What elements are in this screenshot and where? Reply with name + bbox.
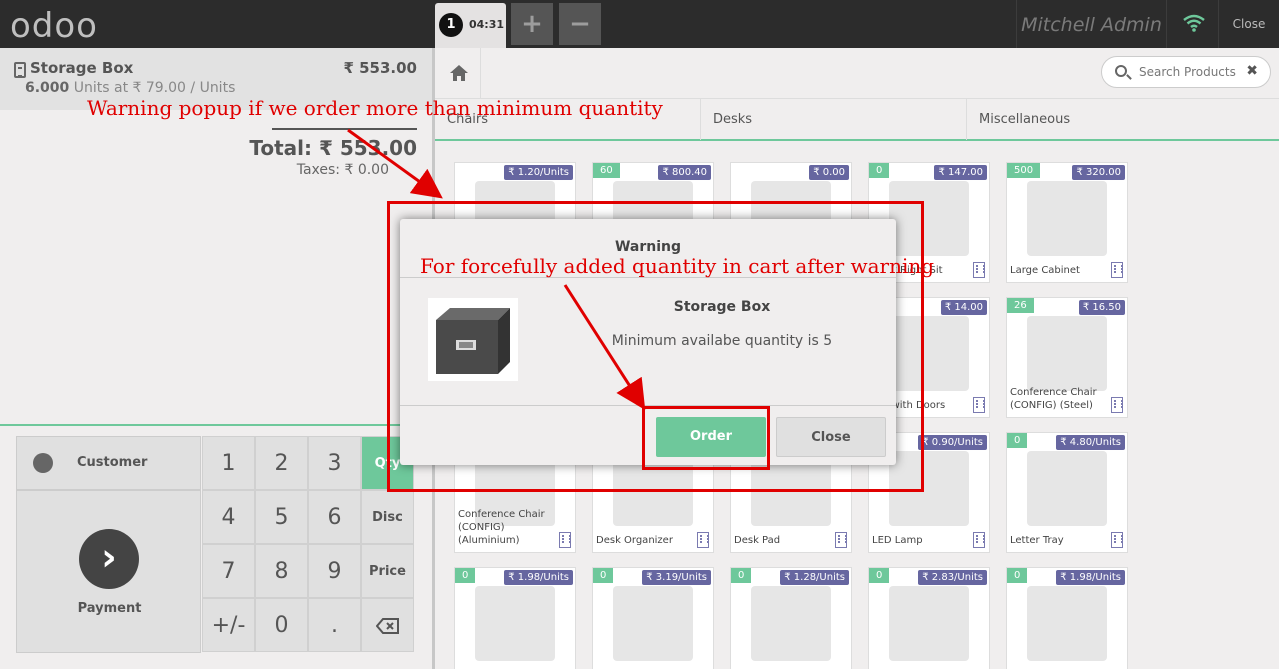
annotation-arrow-1 [347,128,443,199]
annotation-arrows [347,128,646,411]
annotation-arrow-2 [563,284,646,411]
